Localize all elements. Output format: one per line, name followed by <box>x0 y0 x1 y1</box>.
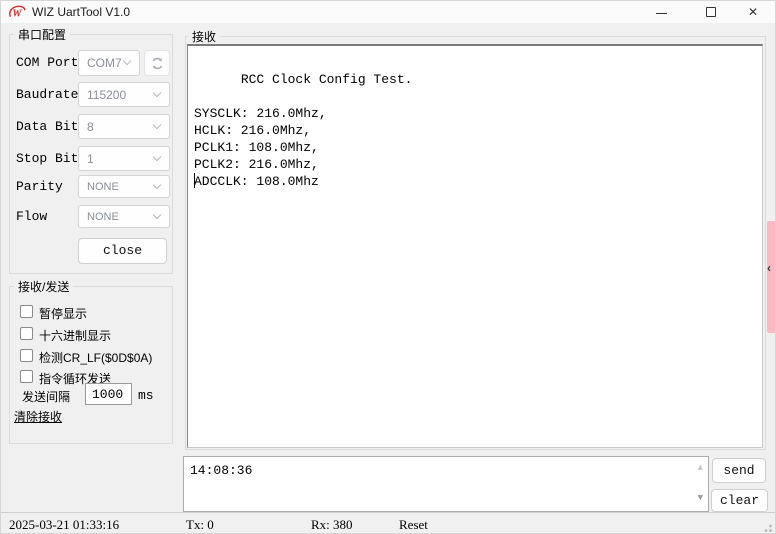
interval-input[interactable] <box>85 383 132 405</box>
com-port-label: COM Port <box>16 55 79 70</box>
minimize-icon <box>655 13 667 14</box>
resize-grip[interactable] <box>761 521 773 533</box>
receive-title: 接收 <box>188 28 221 45</box>
scroll-up-icon[interactable]: ▲ <box>698 463 703 473</box>
maximize-icon <box>706 7 716 17</box>
send-input[interactable]: 14:08:36 ▲ ▼ <box>183 456 709 512</box>
chevron-down-icon <box>152 152 162 161</box>
com-port-select[interactable]: COM7 <box>78 50 140 76</box>
overlay-collapse-tab[interactable]: ‹ <box>767 221 775 333</box>
chevron-down-icon <box>152 120 162 129</box>
checkbox-icon <box>20 370 33 383</box>
rx-tx-title: 接收/发送 <box>14 278 74 295</box>
status-datetime: 2025-03-21 01:33:16 <box>9 517 120 532</box>
checkbox-pause-display[interactable]: 暂停显示 <box>20 304 160 321</box>
clear-button[interactable]: clear <box>711 489 768 512</box>
serial-config-title: 串口配置 <box>14 26 71 43</box>
checkbox-label: 暂停显示 <box>39 307 88 321</box>
clear-receive-link[interactable]: 清除接收 <box>14 408 62 425</box>
svg-text:W: W <box>12 9 22 20</box>
chevron-down-icon <box>152 180 162 189</box>
interval-unit: ms <box>138 388 154 403</box>
baudrate-value: 115200 <box>87 87 127 102</box>
checkbox-icon <box>20 305 33 318</box>
refresh-icon <box>152 57 162 69</box>
receive-group: 接收 RCC Clock Config Test. SYSCLK: 216.0M… <box>185 28 766 450</box>
receive-console[interactable]: RCC Clock Config Test. SYSCLK: 216.0Mhz,… <box>187 44 763 448</box>
scroll-down-icon[interactable]: ▼ <box>698 493 703 503</box>
stop-bit-select[interactable]: 1 <box>78 146 170 171</box>
data-bit-select[interactable]: 8 <box>78 114 170 139</box>
checkbox-label: 十六进制显示 <box>39 329 112 343</box>
send-button[interactable]: send <box>712 458 766 483</box>
app-window: W WIZ UartTool V1.0 ✕ 串口配置 COM Port COM7… <box>0 0 776 534</box>
chevron-down-icon <box>152 210 162 219</box>
status-bar: 2025-03-21 01:33:16 Tx: 0 Rx: 380 Reset <box>1 512 775 533</box>
data-bit-value: 8 <box>87 119 94 134</box>
checkbox-label: 检测CR_LF($0D$0A) <box>39 351 153 365</box>
status-reset: Reset <box>399 517 428 532</box>
checkbox-hex-display[interactable]: 十六进制显示 <box>20 326 160 343</box>
baudrate-select[interactable]: 115200 <box>78 82 170 107</box>
port-close-button[interactable]: close <box>78 238 167 264</box>
chevron-down-icon <box>122 56 132 66</box>
checkbox-icon <box>20 327 33 340</box>
receive-content: RCC Clock Config Test. SYSCLK: 216.0Mhz,… <box>194 72 413 189</box>
refresh-ports-button[interactable] <box>144 50 170 76</box>
send-input-value: 14:08:36 <box>190 463 253 478</box>
chevron-left-icon: ‹ <box>767 261 771 275</box>
titlebar[interactable]: W WIZ UartTool V1.0 ✕ <box>1 1 775 23</box>
close-button[interactable]: ✕ <box>737 1 769 23</box>
parity-select[interactable]: NONE <box>78 175 170 198</box>
app-logo-icon: W <box>8 4 27 25</box>
flow-label: Flow <box>16 209 48 224</box>
maximize-button[interactable] <box>695 1 727 23</box>
flow-value: NONE <box>87 210 119 223</box>
checkbox-icon <box>20 349 33 362</box>
serial-config-group: 串口配置 COM Port COM7 Baudrate 115200 Data … <box>9 26 173 274</box>
baudrate-label: Baudrate <box>16 87 79 102</box>
parity-value: NONE <box>87 180 119 193</box>
rx-tx-group: 接收/发送 暂停显示 十六进制显示 检测CR_LF($0D$0A) 指令循环发送… <box>9 278 173 444</box>
com-port-value: COM7 <box>87 56 122 70</box>
stop-bit-value: 1 <box>87 151 94 166</box>
stop-bit-label: Stop Bit <box>16 151 79 166</box>
data-bit-label: Data Bit <box>16 119 79 134</box>
status-tx: Tx: 0 <box>186 517 214 532</box>
minimize-button[interactable] <box>645 1 677 23</box>
window-title: WIZ UartTool V1.0 <box>32 5 131 19</box>
interval-label: 发送间隔 <box>22 390 71 404</box>
close-icon: ✕ <box>747 5 759 19</box>
parity-label: Parity <box>16 179 63 194</box>
flow-select[interactable]: NONE <box>78 205 170 228</box>
chevron-down-icon <box>152 88 162 97</box>
text-caret <box>194 173 195 188</box>
status-rx: Rx: 380 <box>311 517 353 532</box>
checkbox-detect-crlf[interactable]: 检测CR_LF($0D$0A) <box>20 348 170 365</box>
